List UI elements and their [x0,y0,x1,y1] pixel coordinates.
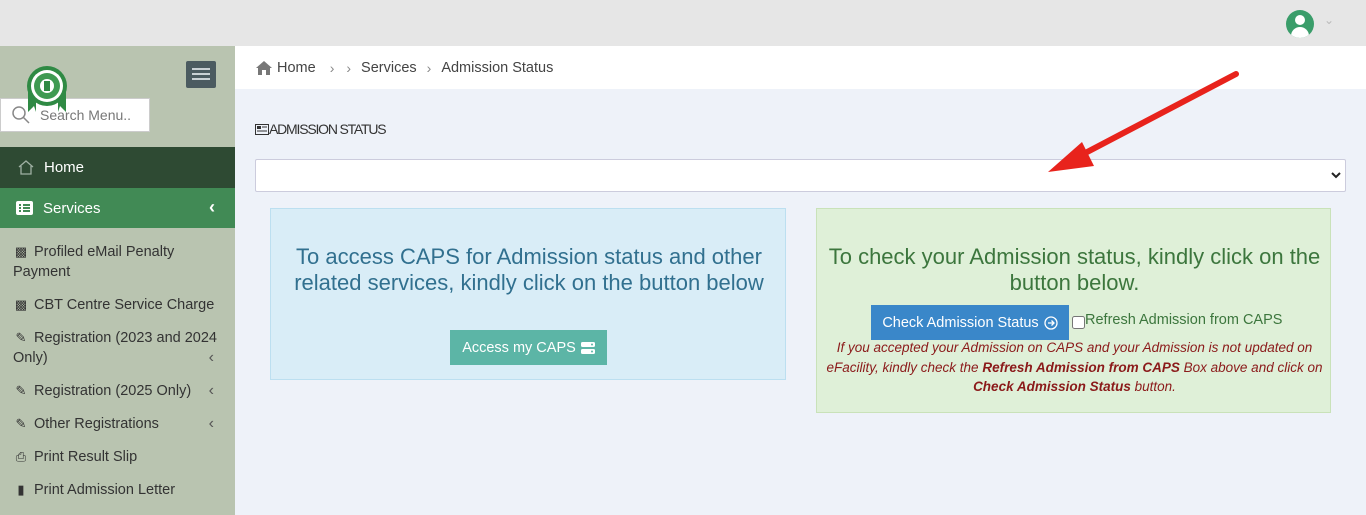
home-icon [18,160,34,175]
menu-toggle-button[interactable] [186,61,216,88]
status-message: To check your Admission status, kindly c… [828,244,1321,295]
sidebar-item-registration-2025[interactable]: ✎ Registration (2025 Only) ‹ [13,381,223,401]
newspaper-icon [255,123,269,135]
refresh-admission-label[interactable]: Refresh Admission from CAPS [1085,312,1282,328]
sidebar-item-cbt-centre-charge[interactable]: ▩ CBT Centre Service Charge [13,295,223,315]
sidebar: Home Services ‹ ▩Profiled eMail Penalty … [0,46,235,515]
chevron-left-icon: ‹ [208,349,214,366]
sidebar-item-other-registrations[interactable]: ✎ Other Registrations ‹ [13,414,223,434]
money-icon: ▩ [14,297,28,312]
sidebar-item-services[interactable]: Services ‹ [0,188,235,228]
admission-select[interactable] [255,159,1346,192]
sidebar-item-label: Other Registrations [34,416,159,432]
chevron-down-icon [1331,172,1341,179]
sidebar-item-label: Profiled eMail Penalty Payment [13,244,175,280]
arrow-circle-right-icon [1044,315,1058,330]
sidebar-item-print-result-slip[interactable]: ⎙ Print Result Slip [13,447,223,467]
user-avatar-icon[interactable] [1286,10,1314,38]
chevron-right-icon: › [329,59,335,76]
caps-message: To access CAPS for Admission status and … [294,244,764,295]
print-icon: ⎙ [15,449,27,464]
edit-icon: ✎ [15,383,27,398]
server-icon [580,341,595,354]
breadcrumb-current: Admission Status [441,59,554,76]
breadcrumb: Home › › Services › Admission Status [235,46,1366,89]
page-title: ADMISSION STATUS [255,121,387,137]
chevron-right-icon: › [346,59,352,76]
caps-info-panel: To access CAPS for Admission status and … [270,208,786,380]
institution-logo [22,64,72,112]
access-caps-button[interactable]: Access my CAPS [450,330,607,365]
chevron-left-icon: ‹ [208,415,214,432]
sidebar-item-registration-2023-2024[interactable]: ✎ Registration (2023 and 2024 Only) ‹ [13,328,223,368]
list-icon [16,201,33,215]
edit-icon: ✎ [15,416,27,431]
sidebar-item-home[interactable]: Home [0,147,235,188]
sidebar-item-label: Registration (2023 and 2024 Only) [13,330,217,366]
chevron-left-icon: ‹ [209,197,215,217]
sidebar-item-label: Registration (2025 Only) [34,383,192,399]
chevron-right-icon: › [426,59,432,76]
breadcrumb-home[interactable]: Home [277,60,316,76]
document-icon: ▮ [17,482,25,497]
refresh-instruction-note: If you accepted your Admission on CAPS a… [826,340,1323,394]
sidebar-item-label: Print Result Slip [34,449,138,465]
chevron-down-icon[interactable]: ⌄ [1324,13,1334,27]
top-bar: ⌄ [0,0,1366,46]
refresh-admission-checkbox[interactable] [1072,316,1085,329]
sidebar-item-label: Home [44,159,85,176]
edit-icon: ✎ [15,330,27,345]
breadcrumb-services[interactable]: Services [361,60,417,76]
sidebar-item-print-admission-letter[interactable]: ▮ Print Admission Letter [13,480,223,500]
admission-status-panel: To check your Admission status, kindly c… [816,208,1331,413]
chevron-left-icon: ‹ [208,382,214,399]
money-icon: ▩ [14,244,28,259]
sidebar-item-label: Print Admission Letter [34,482,176,498]
sidebar-item-label: CBT Centre Service Charge [34,297,215,313]
check-admission-status-button[interactable]: Check Admission Status [871,305,1069,340]
sidebar-item-label: Services [43,199,101,217]
sidebar-item-profiled-email-penalty[interactable]: ▩ Profiled eMail Penalty Payment [13,242,223,282]
home-icon [256,60,272,75]
